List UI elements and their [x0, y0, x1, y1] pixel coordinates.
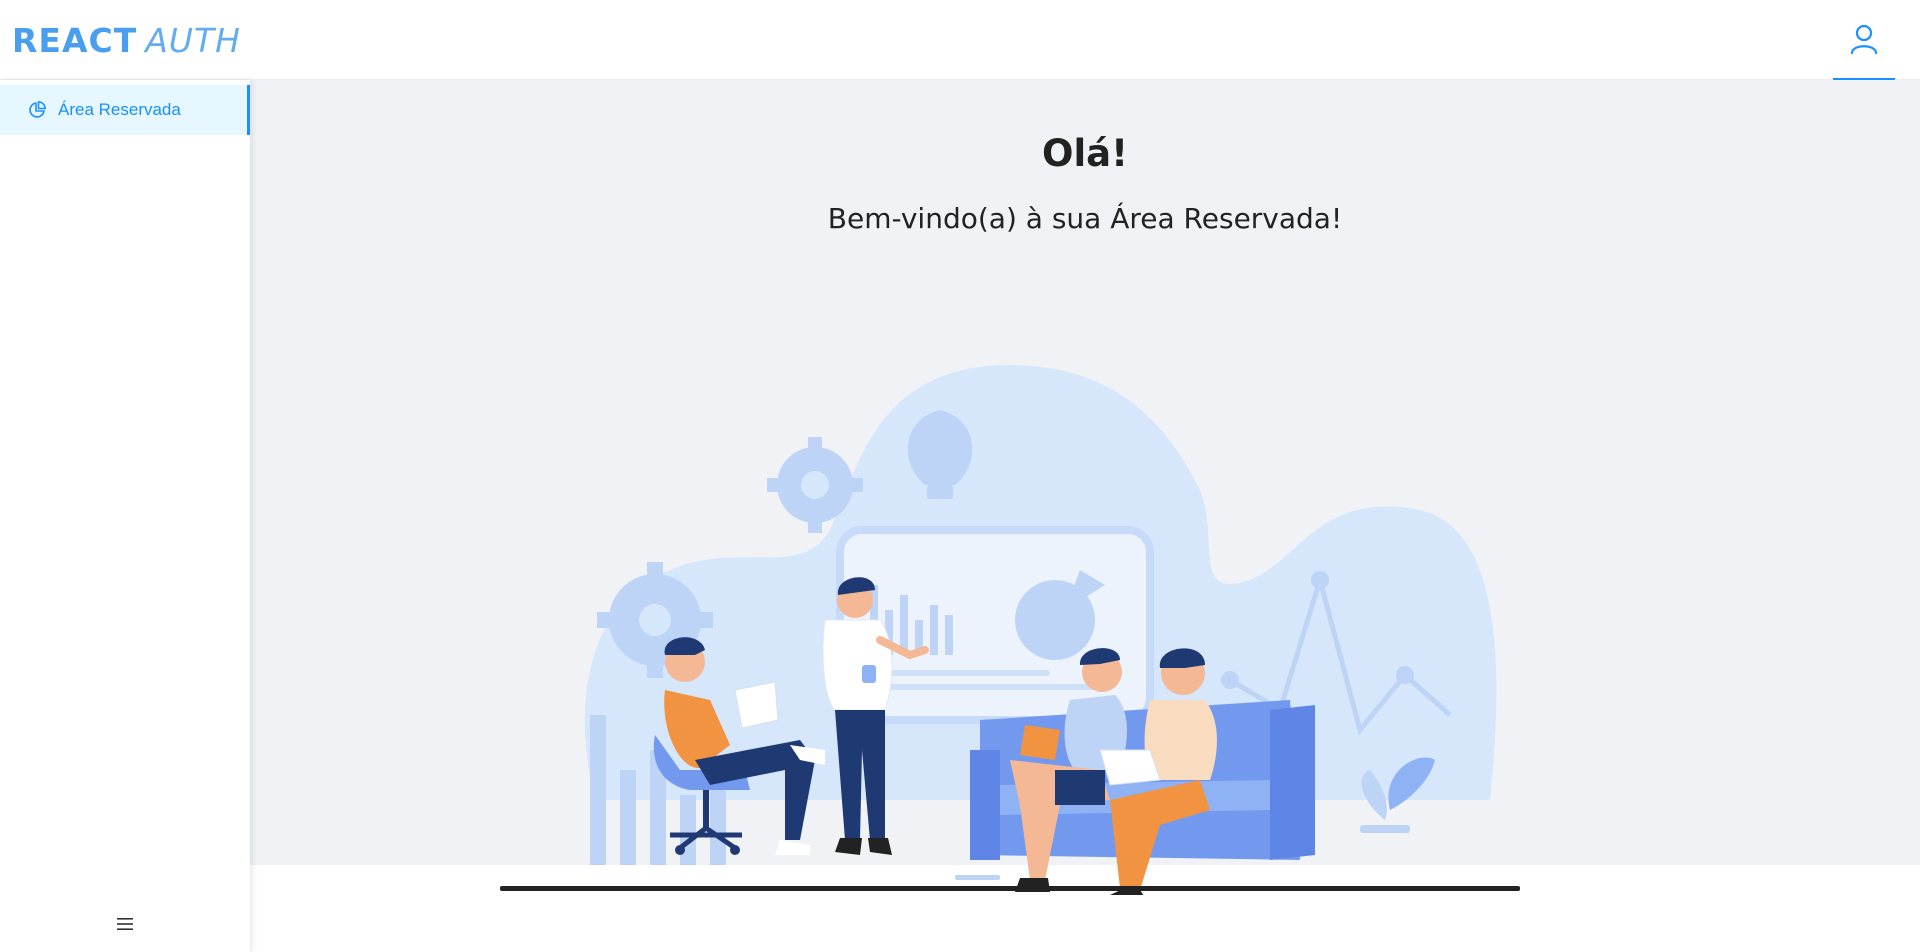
main-content: Olá! Bem-vindo(a) à sua Área Reservada!	[250, 80, 1920, 895]
user-icon	[1850, 24, 1878, 54]
menu-icon	[117, 918, 133, 930]
team-meeting-illustration	[500, 365, 1520, 895]
sidebar-item-label: Área Reservada	[58, 100, 181, 119]
page-subtitle: Bem-vindo(a) à sua Área Reservada!	[827, 202, 1343, 235]
logo-bold-text: REACT	[12, 20, 138, 60]
pie-chart-icon	[29, 101, 46, 118]
sidebar-item-area-reservada[interactable]: Área Reservada	[0, 85, 250, 135]
sidebar-collapse-button[interactable]	[0, 896, 250, 952]
sidebar: Área Reservada	[0, 80, 250, 952]
logo-light-text: AUTH	[145, 20, 241, 60]
app-logo[interactable]: REACT AUTH	[12, 16, 241, 64]
user-menu-button[interactable]	[1833, 0, 1895, 80]
floor-line	[500, 886, 1520, 891]
app-header: REACT AUTH	[0, 0, 1920, 80]
page-title: Olá!	[1042, 132, 1128, 175]
